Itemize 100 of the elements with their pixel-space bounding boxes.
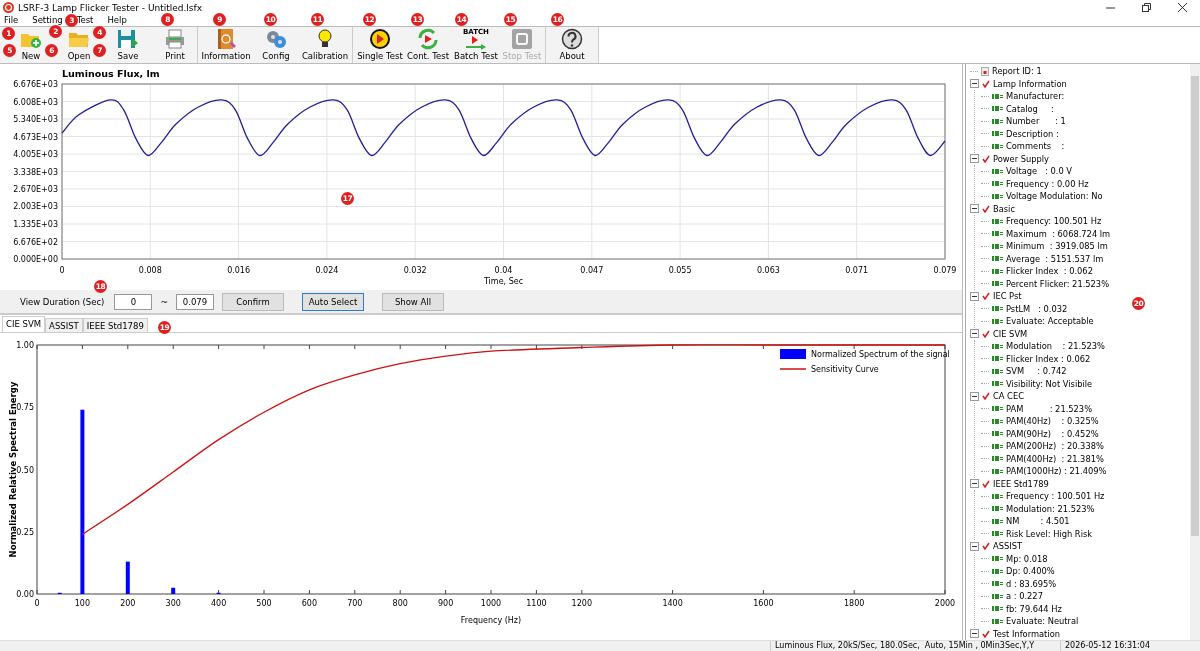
check-icon[interactable]: [982, 629, 990, 638]
input-field[interactable]: 0.079: [176, 293, 214, 310]
collapse-icon[interactable]: [970, 154, 979, 164]
status-text: 2026-05-12 16:31:04: [1060, 641, 1200, 651]
tree-item-label[interactable]: Modulation: 21.523%: [1006, 502, 1095, 515]
check-icon[interactable]: [982, 542, 990, 551]
tree-item-label[interactable]: Description :: [1006, 127, 1059, 140]
input-field[interactable]: 0: [114, 293, 153, 310]
tree-item-label[interactable]: Evaluate: Neutral: [1006, 615, 1079, 628]
tree-item-label[interactable]: a : 0.227: [1006, 590, 1043, 603]
tree-item-label[interactable]: CA CEC: [993, 390, 1024, 403]
collapse-icon[interactable]: [970, 79, 979, 89]
tree-item-label[interactable]: PAM(1000Hz) : 21.409%: [1006, 465, 1107, 478]
id-tag-icon: [992, 343, 1003, 349]
tree-item-label[interactable]: Maximum : 6068.724 lm: [1006, 227, 1111, 240]
toolbar-button[interactable]: Calibration: [300, 27, 350, 63]
tree-item-label[interactable]: NM : 4.501: [1006, 515, 1070, 528]
axis-tick-label: 0.25: [16, 527, 34, 537]
tree-item-label[interactable]: Percent Flicker: 21.523%: [1006, 277, 1110, 290]
id-tag-icon: [992, 243, 1003, 249]
toolbar-button[interactable]: Single Test: [355, 27, 405, 63]
axis-tick-label: 100: [74, 599, 91, 608]
toolbar-button[interactable]: Print: [155, 27, 195, 63]
tree-item-label[interactable]: Comments :: [1006, 140, 1065, 153]
tree-item-label[interactable]: Minimum : 3919.085 lm: [1006, 240, 1108, 253]
collapse-icon[interactable]: [970, 329, 979, 339]
collapse-icon[interactable]: [970, 204, 979, 214]
tree-item-label[interactable]: Test Information: [993, 627, 1060, 640]
collapse-icon[interactable]: [970, 541, 979, 551]
scrollbar[interactable]: [1190, 64, 1200, 640]
tree-item-label[interactable]: PAM : 21.523%: [1006, 402, 1093, 415]
tab[interactable]: CIE SVM: [2, 316, 46, 332]
tree-item-label[interactable]: Catalog :: [1006, 102, 1054, 115]
tree-item-label[interactable]: fb: 79.644 Hz: [1006, 602, 1062, 615]
check-icon[interactable]: [982, 329, 990, 338]
tree-item-label[interactable]: Report ID: 1: [992, 65, 1042, 78]
toolbar-button[interactable]: Cont. Test: [405, 27, 451, 63]
toolbar-button[interactable]: Save: [111, 27, 145, 63]
tree-item-label[interactable]: PAM(90Hz) : 0.452%: [1006, 427, 1099, 440]
tree-item-label[interactable]: Basic: [993, 202, 1015, 215]
tree-item-label[interactable]: Risk Level: High Risk: [1006, 527, 1093, 540]
tree-item-label[interactable]: PAM(40Hz) : 0.325%: [1006, 415, 1099, 428]
help-icon: [560, 28, 584, 50]
action-button[interactable]: Confirm: [222, 292, 284, 311]
axis-tick-label: 300: [165, 599, 181, 608]
tree-item-label[interactable]: Frequency : 100.501 Hz: [1006, 490, 1105, 503]
tab[interactable]: ASSIST: [45, 318, 83, 332]
tree-item-label[interactable]: CIE SVM: [993, 327, 1028, 340]
toolbar-button[interactable]: Open: [63, 27, 95, 63]
id-tag-icon: [992, 493, 1003, 499]
tree-item-label[interactable]: Manufacturer:: [1006, 90, 1065, 103]
axis-tick-label: 4.673E+03: [13, 132, 58, 142]
action-button[interactable]: Show All: [382, 292, 444, 311]
collapse-icon[interactable]: [970, 479, 979, 489]
toolbar-button[interactable]: New: [17, 27, 45, 63]
tree-item-label[interactable]: Power Supply: [993, 152, 1049, 165]
tree-item-label[interactable]: Voltage : 0.0 V: [1006, 165, 1072, 178]
tree-item-label[interactable]: Evaluate: Acceptable: [1006, 315, 1094, 328]
restore-icon[interactable]: [1141, 3, 1151, 12]
check-icon[interactable]: [982, 204, 990, 213]
tree-item-label[interactable]: IEEE Std1789: [993, 477, 1049, 490]
action-button[interactable]: Auto Select: [302, 292, 364, 311]
tab[interactable]: IEEE Std1789: [82, 318, 148, 332]
id-tag-icon: [992, 418, 1003, 424]
check-icon[interactable]: [982, 79, 990, 88]
collapse-icon[interactable]: [970, 291, 979, 301]
tree-item-label[interactable]: Flicker Index : 0.062: [1006, 352, 1091, 365]
toolbar-button[interactable]: Information: [200, 27, 252, 63]
tree-item-label[interactable]: SVM : 0.742: [1006, 365, 1067, 378]
tree-item-label[interactable]: Average : 5151.537 lm: [1006, 252, 1104, 265]
toolbar-button[interactable]: Config: [252, 27, 300, 63]
menu-item[interactable]: Setting: [32, 15, 63, 26]
axis-tick-label: 6.008E+03: [13, 97, 58, 107]
tree-item-label[interactable]: PstLM : 0.032: [1006, 302, 1068, 315]
menu-item[interactable]: File: [4, 15, 19, 26]
id-tag-icon: [992, 443, 1003, 449]
tree-item-label[interactable]: ASSIST: [993, 540, 1022, 553]
tree-item-label[interactable]: Modulation : 21.523%: [1006, 340, 1105, 353]
check-icon[interactable]: [982, 479, 990, 488]
tree-item-label[interactable]: Flicker Index : 0.062: [1006, 265, 1093, 278]
axis-tick-label: 1.00: [16, 341, 34, 350]
tree-item-label[interactable]: Mp: 0.018: [1006, 552, 1048, 565]
check-icon[interactable]: [982, 154, 990, 163]
tree-item-label[interactable]: IEC Pst: [993, 290, 1022, 303]
tree-item-label[interactable]: PAM(200Hz) : 20.338%: [1006, 440, 1104, 453]
tree-item-label[interactable]: Voltage Modulation: No: [1006, 190, 1103, 203]
tree-item-label[interactable]: d : 83.695%: [1006, 577, 1057, 590]
collapse-icon[interactable]: [970, 629, 979, 639]
tree-item-label[interactable]: Lamp Information: [993, 77, 1067, 90]
check-icon[interactable]: [982, 392, 990, 401]
tree-item-label[interactable]: Number : 1: [1006, 115, 1066, 128]
tree-item-label[interactable]: Frequency : 0.00 Hz: [1006, 177, 1089, 190]
tree-item-label[interactable]: Visibility: Not Visibile: [1006, 377, 1093, 390]
tree-item-label[interactable]: Frequency: 100.501 Hz: [1006, 215, 1102, 228]
check-icon[interactable]: [982, 292, 990, 301]
menu-item[interactable]: Help: [107, 15, 127, 26]
close-icon[interactable]: [1177, 3, 1187, 12]
tree-item-label[interactable]: PAM(400Hz) : 21.381%: [1006, 452, 1104, 465]
collapse-icon[interactable]: [970, 391, 979, 401]
tree-item-label[interactable]: Dp: 0.400%: [1006, 565, 1055, 578]
